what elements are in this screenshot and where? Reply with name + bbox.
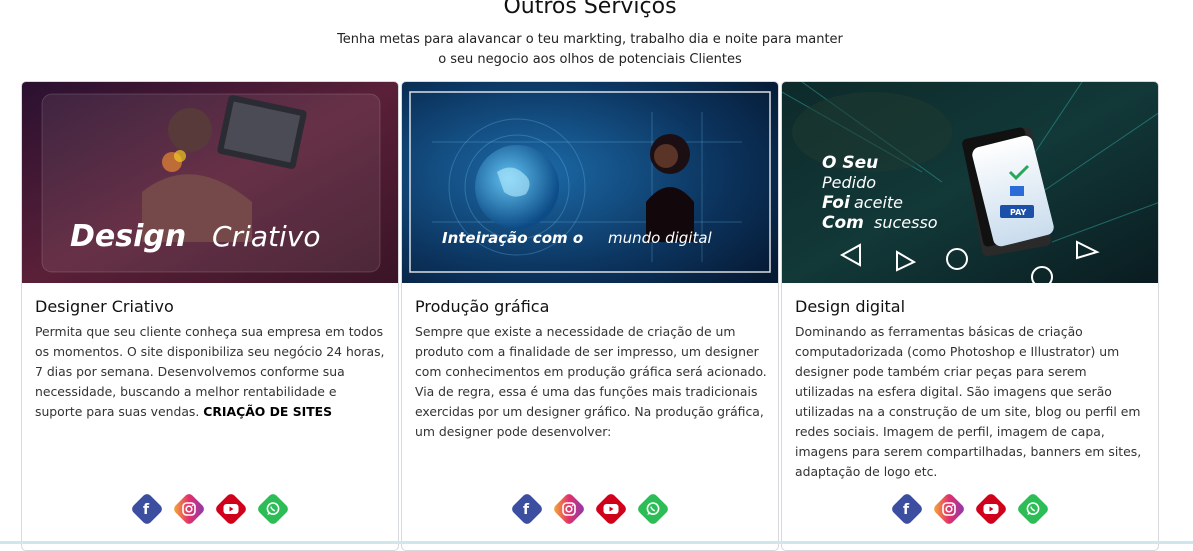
card2-image-caption-bold: Inteiração com o: [442, 229, 583, 247]
card2-image-caption-light: mundo digital: [608, 229, 713, 247]
social-links: f: [782, 492, 1158, 528]
section-subtitle: Tenha metas para alavancar o teu marktin…: [0, 30, 1180, 70]
facebook-icon[interactable]: f: [129, 492, 164, 526]
card1-image-caption-light: Criativo: [212, 220, 320, 253]
card-text: Dominando as ferramentas básicas de cria…: [795, 324, 1142, 479]
services-cards: Design Criativo Designer Criativo Permit…: [21, 81, 1159, 551]
card-title: Designer Criativo: [35, 297, 174, 316]
card-title: Design digital: [795, 297, 906, 316]
youtube-icon[interactable]: [214, 492, 249, 526]
youtube-icon[interactable]: [974, 492, 1009, 526]
card3-image-line3-light: aceite: [854, 193, 903, 212]
facebook-glyph: f: [523, 502, 530, 517]
card-text: Permita que seu cliente conheça sua empr…: [35, 322, 387, 422]
card-image-design-criativo: Design Criativo: [22, 82, 398, 283]
whatsapp-icon[interactable]: [636, 492, 671, 526]
section-subtitle-line1: Tenha metas para alavancar o teu marktin…: [337, 32, 843, 47]
card3-image-line4-bold: Com: [822, 213, 864, 233]
service-card-design-criativo: Design Criativo Designer Criativo Permit…: [21, 81, 399, 551]
card1-image-caption-bold: Design: [70, 219, 186, 254]
card3-image-line1: O Seu: [822, 153, 878, 173]
card3-image-line3-bold: Foi: [822, 193, 851, 213]
facebook-glyph: f: [143, 502, 150, 517]
section-title: Outros Serviços: [503, 0, 677, 19]
card-text: Sempre que existe a necessidade de criaç…: [415, 324, 767, 439]
card-title: Produção gráfica: [415, 297, 550, 316]
section-subtitle-line2: o seu negocio aos olhos de potenciais Cl…: [438, 52, 742, 67]
card3-image-line4-light: sucesso: [874, 213, 938, 232]
instagram-icon[interactable]: [551, 492, 586, 526]
social-links: f: [402, 492, 778, 528]
facebook-glyph: f: [903, 502, 910, 517]
card3-image-line2: Pedido: [822, 173, 876, 192]
service-card-design-digital: PAY O Seu Pedido Foi aceite Com sucesso …: [781, 81, 1159, 551]
service-card-producao-grafica: Inteiração com o mundo digital Produção …: [401, 81, 779, 551]
card-image-producao-grafica: Inteiração com o mundo digital: [402, 82, 778, 283]
facebook-icon[interactable]: f: [889, 492, 924, 526]
whatsapp-icon[interactable]: [256, 492, 291, 526]
instagram-icon[interactable]: [931, 492, 966, 526]
whatsapp-icon[interactable]: [1016, 492, 1051, 526]
youtube-icon[interactable]: [594, 492, 629, 526]
card3-pay-label: PAY: [1010, 208, 1027, 217]
card-image-design-digital: PAY O Seu Pedido Foi aceite Com sucesso: [782, 82, 1158, 283]
social-links: f: [22, 492, 398, 528]
facebook-icon[interactable]: f: [509, 492, 544, 526]
card-text-highlight: CRIAÇÃO DE SITES: [203, 404, 333, 419]
instagram-icon[interactable]: [171, 492, 206, 526]
